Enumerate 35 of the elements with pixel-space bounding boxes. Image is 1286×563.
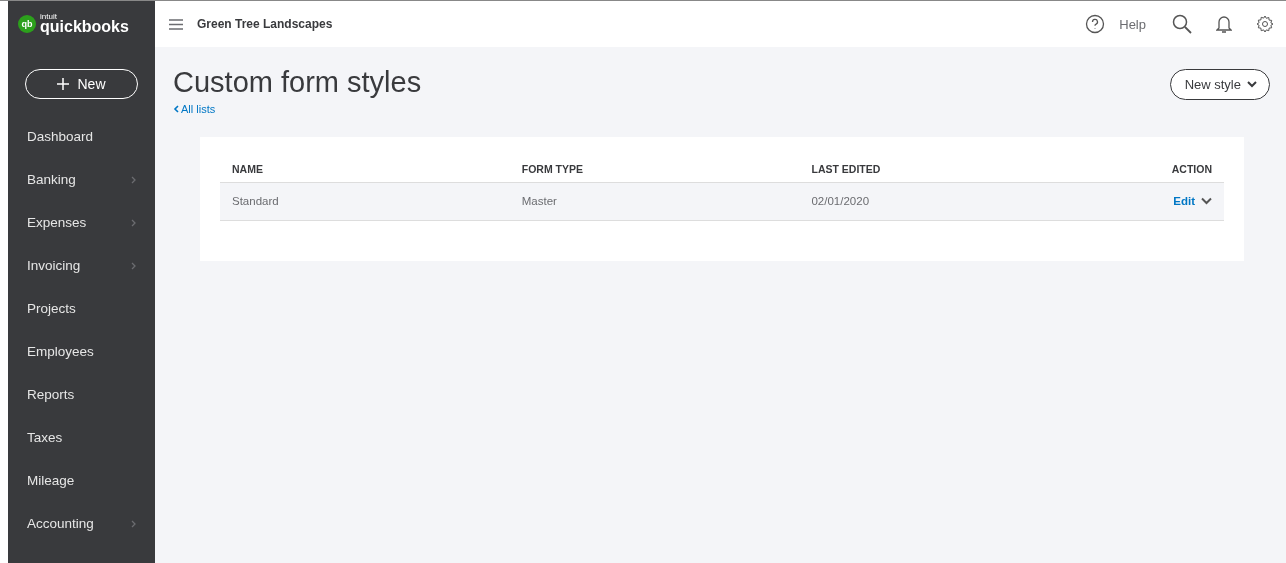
logo-subtitle: intuit [40, 13, 57, 21]
table-cell-text: Master [521, 195, 558, 208]
chevron-down-icon[interactable] [1201, 197, 1212, 206]
column-header: ACTION [1171, 163, 1212, 176]
sidebar-item[interactable]: Dashboard [8, 115, 155, 158]
sidebar-item[interactable]: Expenses [8, 201, 155, 244]
help-icon[interactable] [1085, 14, 1106, 34]
sidebar-item[interactable]: Mileage [8, 459, 155, 502]
bell-icon[interactable] [1216, 14, 1232, 34]
settings-icon[interactable] [1256, 15, 1274, 33]
menu-icon[interactable] [169, 18, 183, 30]
sidebar-item[interactable]: Banking [8, 158, 155, 201]
edit-link[interactable]: Edit [1173, 195, 1195, 208]
column-header: FORM TYPE [521, 163, 584, 176]
sidebar-item[interactable]: Invoicing [8, 244, 155, 287]
help-link[interactable]: Help [1119, 16, 1146, 32]
back-link[interactable]: All lists [173, 102, 216, 115]
sidebar-item[interactable]: Taxes [8, 416, 155, 459]
column-header: LAST EDITED [811, 163, 882, 176]
chevron-left-icon [173, 104, 179, 113]
table-cell-text: 02/01/2020 [811, 195, 871, 208]
new-style-button[interactable]: New style [1169, 69, 1270, 100]
search-icon[interactable] [1172, 14, 1192, 34]
company-name: Green Tree Landscapes [197, 17, 334, 31]
column-header: NAME [232, 163, 264, 176]
sidebar-item[interactable]: Accounting [8, 502, 155, 545]
plus-icon [57, 78, 70, 90]
logo-wordmark: quickbooks [40, 19, 129, 35]
sidebar-item[interactable]: Projects [8, 287, 155, 330]
page-title: Custom form styles [173, 67, 422, 99]
chevron-down-icon [1247, 81, 1257, 88]
table-cell-text: Standard [232, 195, 280, 208]
logo-mark: qb [18, 15, 36, 33]
sidebar-item[interactable]: Reports [8, 373, 155, 416]
sidebar-item[interactable]: Employees [8, 330, 155, 373]
